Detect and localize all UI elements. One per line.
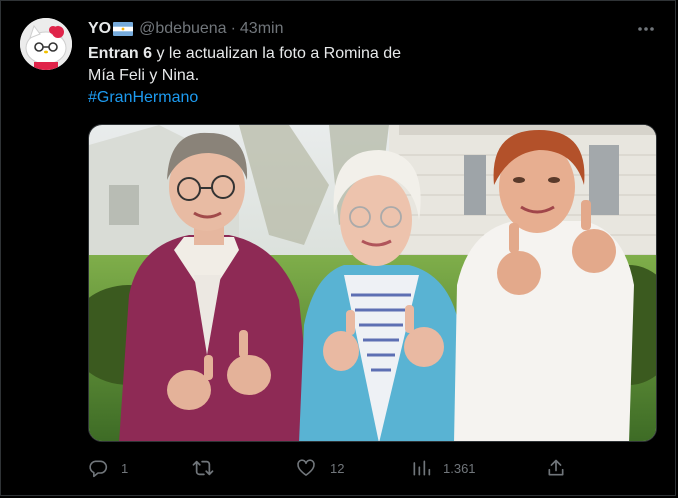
- handle[interactable]: @bdebuena: [139, 20, 226, 38]
- avatar[interactable]: [20, 18, 72, 70]
- reply-icon: [89, 460, 108, 478]
- views-chart-icon: [413, 460, 431, 476]
- reply-count: 1: [121, 460, 129, 476]
- heart-icon: [297, 459, 315, 476]
- display-name[interactable]: YO: [88, 20, 111, 38]
- more-horizontal-icon: [638, 27, 654, 31]
- share-button[interactable]: [546, 455, 566, 481]
- avatar-image: [20, 18, 72, 70]
- tweet-actions: 1 12 1.361: [88, 455, 573, 481]
- like-button[interactable]: 12: [296, 455, 344, 481]
- like-count: 12: [330, 460, 345, 476]
- tweet-text-line-2: Mía Feli y Nina.: [88, 67, 200, 84]
- more-button[interactable]: [634, 18, 658, 40]
- tweet-photo[interactable]: [88, 124, 657, 442]
- views-count: 1.361: [443, 460, 476, 476]
- tweet-text-bold: Entran 6: [88, 45, 153, 62]
- tweet-text-line-1: Entran 6 y le actualizan la foto a Romin…: [88, 43, 648, 65]
- share-icon: [548, 459, 564, 476]
- header-separator: ·: [230, 20, 236, 37]
- timestamp[interactable]: 43min: [240, 20, 284, 38]
- argentina-flag-icon: [113, 22, 134, 36]
- tweet-header: YO @bdebuena · 43min: [88, 19, 283, 39]
- tweet[interactable]: YO @bdebuena · 43min Entran 6 y le actua…: [0, 0, 678, 498]
- retweet-button[interactable]: [192, 455, 228, 481]
- views-button[interactable]: 1.361: [411, 455, 476, 481]
- tweet-text: Entran 6 y le actualizan la foto a Romin…: [88, 43, 648, 109]
- reply-button[interactable]: 1: [88, 455, 128, 481]
- photo-three-women-thumbs-up: [89, 125, 656, 441]
- retweet-icon: [192, 460, 214, 476]
- hashtag-link[interactable]: #GranHermano: [88, 89, 198, 106]
- tweet-text-line-1-rest: y le actualizan la foto a Romina de: [152, 45, 402, 62]
